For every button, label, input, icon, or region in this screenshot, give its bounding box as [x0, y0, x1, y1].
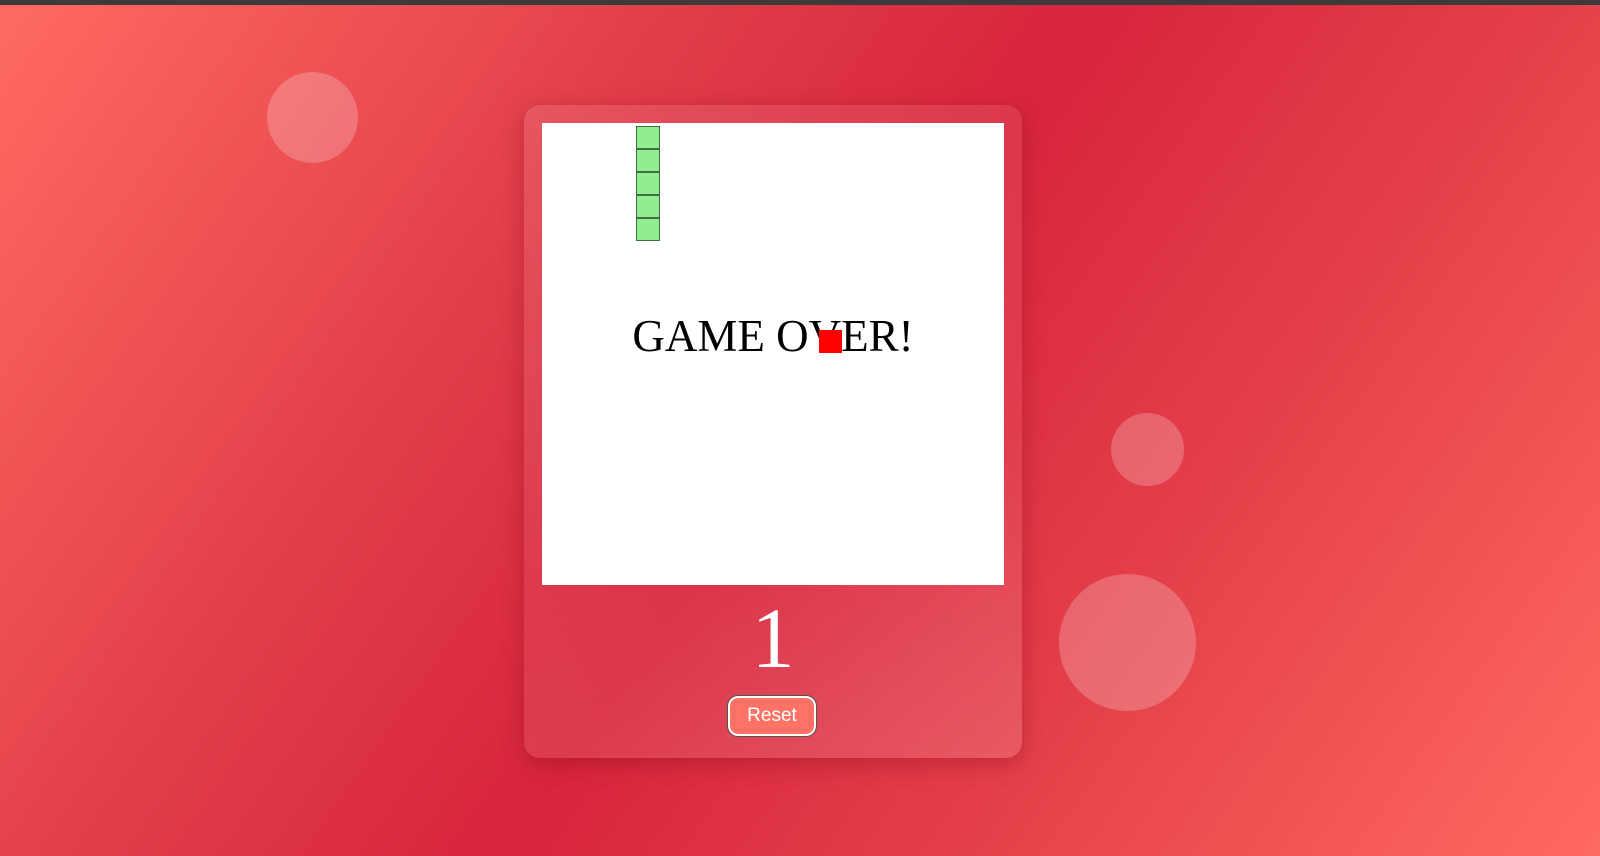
snake-segment: [636, 218, 660, 241]
snake-segment: [636, 149, 660, 172]
snake-segment: [636, 126, 660, 149]
snake-segment: [636, 195, 660, 218]
game-card: GAME OVER! 1 Reset: [524, 105, 1022, 758]
food-pellet: [819, 330, 842, 353]
score-display: 1: [751, 590, 795, 686]
reset-button[interactable]: Reset: [727, 695, 817, 737]
decorative-bubble: [267, 72, 358, 163]
window-top-strip: [0, 0, 1600, 5]
game-over-message: GAME OVER!: [632, 311, 914, 361]
decorative-bubble: [1111, 413, 1184, 486]
decorative-bubble: [1059, 574, 1196, 711]
snake-segment: [636, 172, 660, 195]
game-board: GAME OVER!: [542, 123, 1004, 585]
